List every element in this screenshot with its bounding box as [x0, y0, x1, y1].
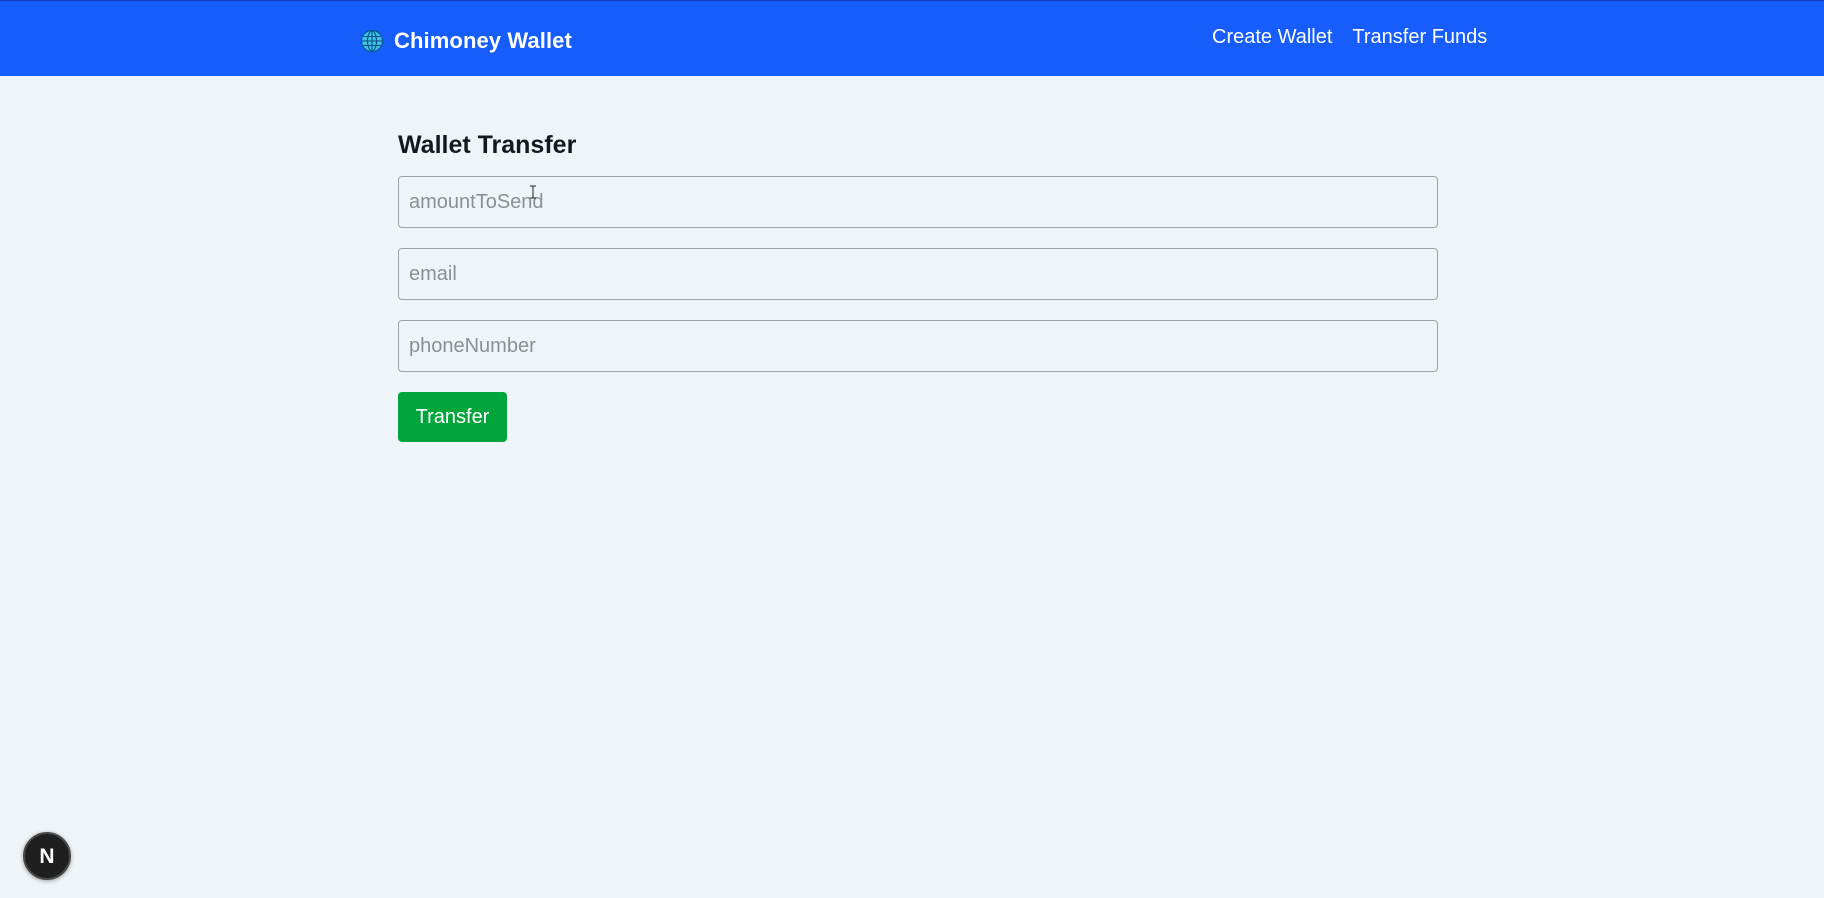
nav-links: Create Wallet Transfer Funds: [1212, 26, 1487, 49]
phone-number-input[interactable]: [398, 320, 1438, 372]
nextjs-icon: N: [39, 844, 55, 868]
page-title: Wallet Transfer: [398, 131, 577, 159]
top-navbar: Chimoney Wallet Create Wallet Transfer F…: [0, 0, 1824, 76]
brand-title: Chimoney Wallet: [394, 28, 572, 53]
brand-link[interactable]: Chimoney Wallet: [360, 23, 572, 59]
amount-to-send-input[interactable]: [398, 176, 1438, 228]
nav-transfer-funds-link[interactable]: Transfer Funds: [1352, 26, 1487, 49]
transfer-button[interactable]: Transfer: [398, 392, 507, 442]
globe-icon: [361, 30, 383, 52]
wallet-transfer-form: Wallet Transfer Transfer: [398, 128, 1438, 442]
email-input[interactable]: [398, 248, 1438, 300]
nav-create-wallet-link[interactable]: Create Wallet: [1212, 26, 1332, 49]
nextjs-dev-badge[interactable]: N: [23, 832, 71, 880]
